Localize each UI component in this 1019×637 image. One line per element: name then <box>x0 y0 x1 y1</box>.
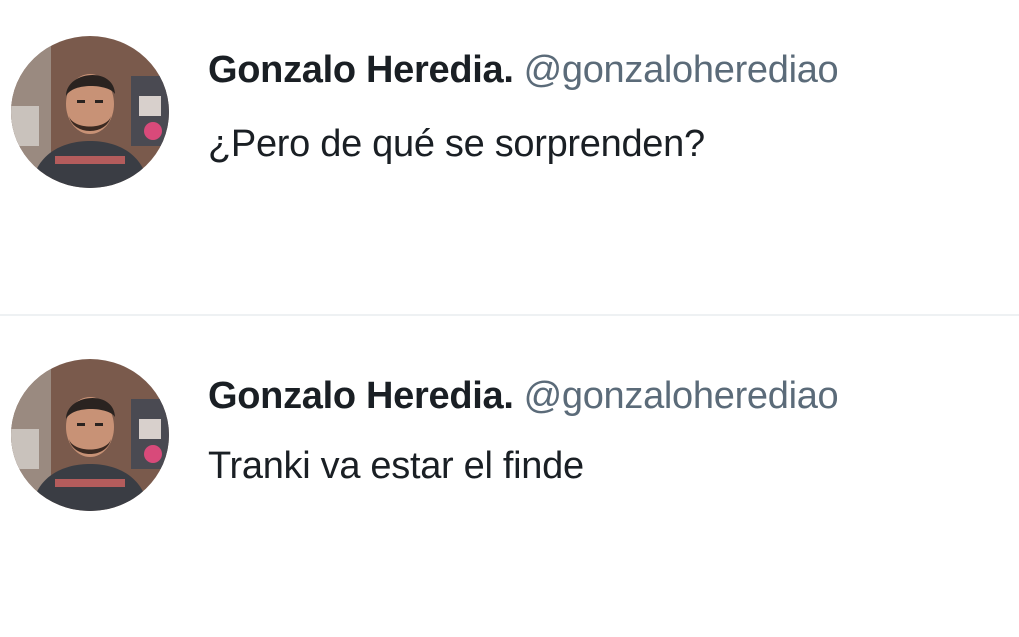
divider <box>0 314 1019 316</box>
avatar[interactable] <box>11 36 169 188</box>
user-handle[interactable]: @gonzaloherediao <box>524 375 839 417</box>
user-handle[interactable]: @gonzaloherediao <box>524 49 839 91</box>
tweet-text: Tranki va estar el finde <box>208 445 584 487</box>
tweet[interactable]: Gonzalo Heredia. @gonzaloherediao Tranki … <box>0 317 1019 637</box>
profile-photo-icon <box>11 359 169 511</box>
tweet-header: Gonzalo Heredia. @gonzaloherediao <box>208 48 839 92</box>
avatar[interactable] <box>11 359 169 511</box>
tweet-header: Gonzalo Heredia. @gonzaloherediao <box>208 374 839 418</box>
profile-photo-icon <box>11 36 169 188</box>
tweet[interactable]: Gonzalo Heredia. @gonzaloherediao ¿Pero d… <box>0 0 1019 315</box>
display-name[interactable]: Gonzalo Heredia. <box>208 49 514 91</box>
display-name[interactable]: Gonzalo Heredia. <box>208 375 514 417</box>
tweet-text: ¿Pero de qué se sorprenden? <box>208 123 705 165</box>
